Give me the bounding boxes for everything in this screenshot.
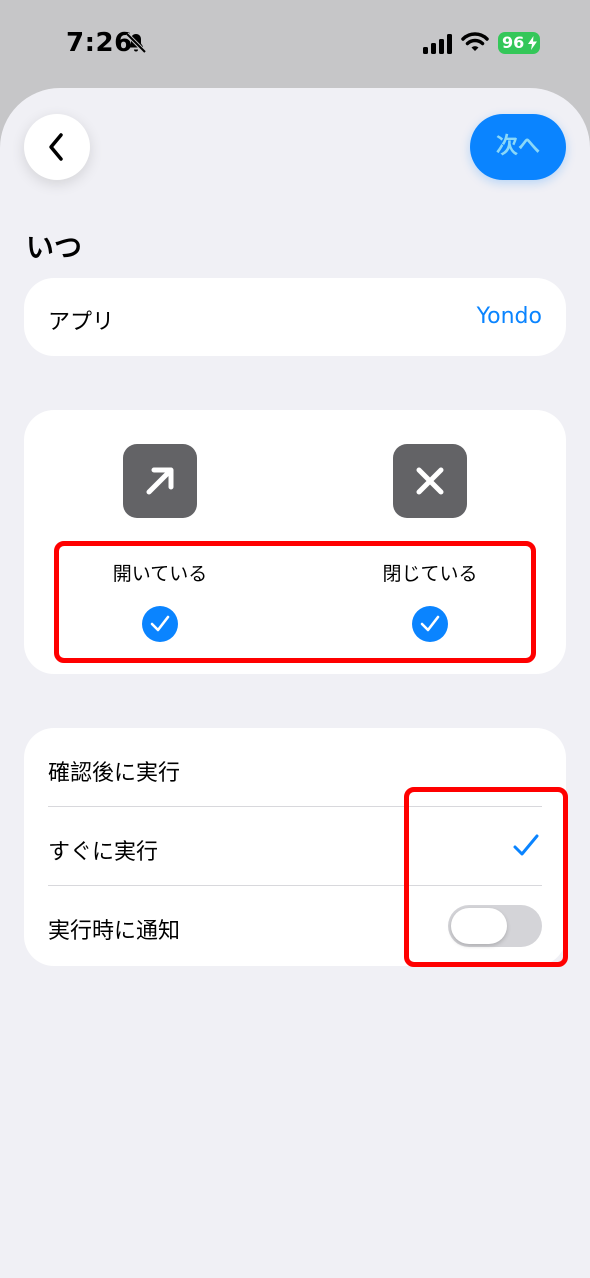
app-value[interactable]: Yondo xyxy=(477,304,542,329)
option-label: 実行時に通知 xyxy=(48,919,181,944)
arrow-up-right-icon xyxy=(123,444,197,518)
signal-icon xyxy=(423,34,452,54)
option-label: すぐに実行 xyxy=(48,840,159,865)
app-label: アプリ xyxy=(48,310,115,335)
next-button[interactable]: 次へ xyxy=(470,114,566,180)
bell-slash-icon xyxy=(125,32,147,54)
chevron-left-icon xyxy=(49,133,63,161)
section-title: いつ xyxy=(26,231,83,264)
app-row[interactable]: アプリ Yondo xyxy=(24,278,566,356)
highlight-box-states xyxy=(54,541,536,663)
option-label: 確認後に実行 xyxy=(48,761,181,786)
status-bar: 7:26 96 xyxy=(0,0,590,88)
back-button[interactable] xyxy=(24,114,90,180)
status-time: 7:26 xyxy=(66,28,133,58)
xmark-icon xyxy=(393,444,467,518)
highlight-box-options xyxy=(404,787,568,967)
battery-level: 96 xyxy=(502,33,525,52)
battery-indicator: 96 xyxy=(498,32,540,54)
wifi-icon xyxy=(461,32,489,51)
sheet: 次へ いつ アプリ Yondo 開いている 閉じている 確認後に実行 すぐに実行… xyxy=(0,88,590,1278)
battery-charging-icon xyxy=(528,36,537,50)
